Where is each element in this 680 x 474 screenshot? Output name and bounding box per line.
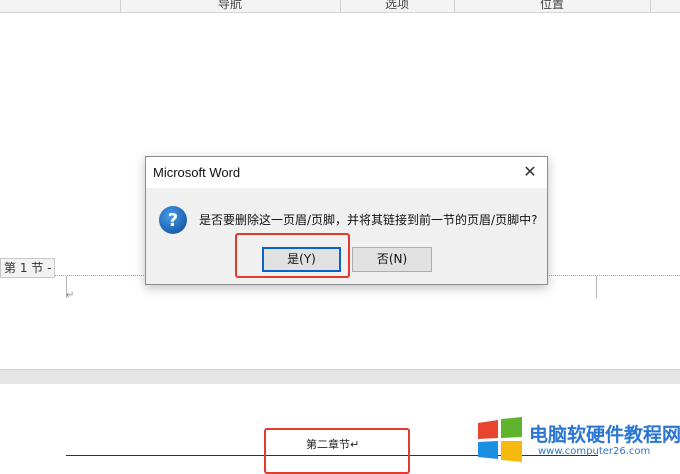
question-icon: ? xyxy=(159,206,187,234)
ribbon-group-position: 位置 xyxy=(539,0,564,11)
watermark-title: 电脑软硬件教程网 xyxy=(529,424,680,446)
page-gap xyxy=(0,369,680,385)
ribbon-group-label-bar: 导航 选项 位置 xyxy=(0,0,680,13)
right-margin-mark xyxy=(596,276,597,298)
ribbon-group-navigation: 导航 xyxy=(217,0,242,11)
windows-logo-icon xyxy=(478,417,522,462)
ribbon-separator xyxy=(120,0,121,12)
dialog-titlebar[interactable]: Microsoft Word ✕ xyxy=(146,157,547,188)
svg-text:?: ? xyxy=(168,210,178,231)
watermark-url: www.computer26.com xyxy=(538,446,651,457)
ribbon-separator xyxy=(650,0,651,12)
ribbon-group-options: 选项 xyxy=(384,0,409,11)
yes-highlight-box xyxy=(235,233,350,278)
dialog-message: 是否要删除这一页眉/页脚，并将其链接到前一节的页眉/页脚中? xyxy=(199,213,538,227)
chapter-highlight-box xyxy=(264,428,410,474)
section-tag: 第 1 节 - xyxy=(0,258,56,278)
close-icon[interactable]: ✕ xyxy=(521,163,539,181)
no-button[interactable]: 否(N) xyxy=(352,247,432,272)
paragraph-mark-icon: ↵ xyxy=(66,290,75,301)
dialog-title: Microsoft Word xyxy=(153,165,241,180)
